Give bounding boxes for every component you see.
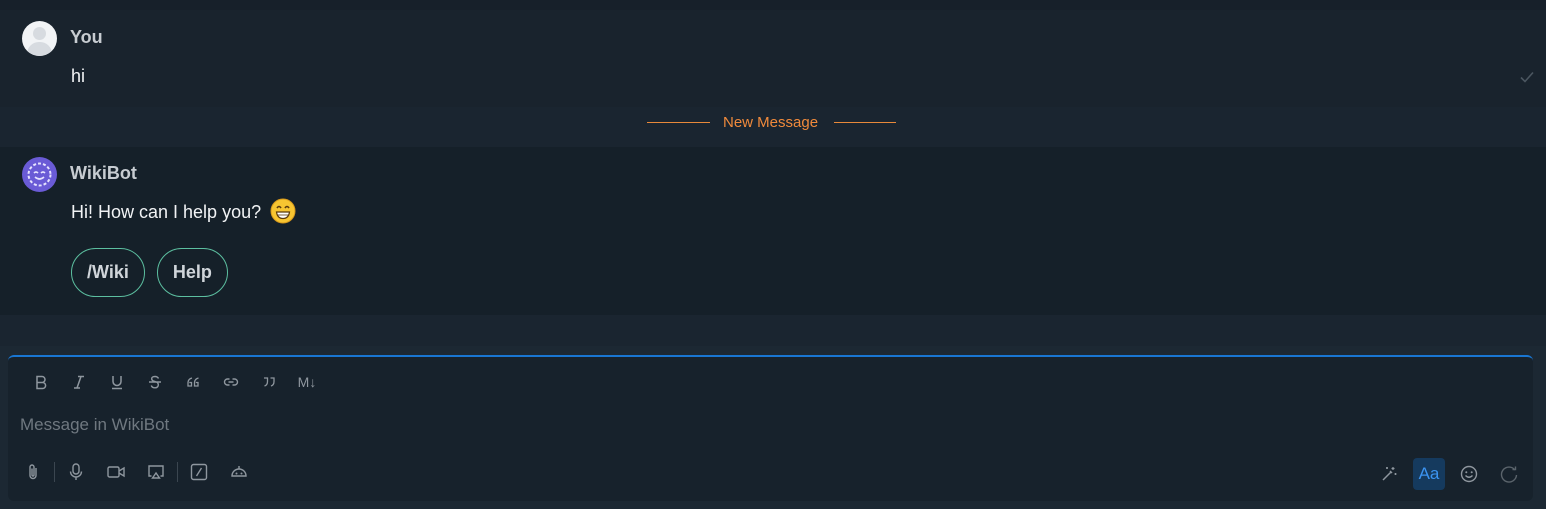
bot-face-icon [27, 162, 52, 187]
check-icon [1520, 71, 1534, 83]
grinning-face-emoji [270, 198, 296, 224]
link-icon[interactable] [212, 371, 250, 393]
message-composer: M↓ Aa [8, 355, 1533, 501]
action-wiki-button[interactable]: /Wiki [71, 248, 145, 297]
italic-icon[interactable] [60, 371, 98, 393]
apps-icon[interactable] [228, 461, 250, 483]
paperclip-icon[interactable] [22, 461, 44, 483]
format-toolbar: M↓ [22, 371, 326, 393]
bot-avatar[interactable] [22, 157, 57, 192]
composer-right-actions: Aa [1373, 458, 1525, 490]
markdown-icon[interactable]: M↓ [288, 371, 326, 393]
strikethrough-icon[interactable] [136, 371, 174, 393]
message-text-wrap: Hi! How can I help you? [71, 198, 296, 224]
magic-wand-icon[interactable] [1373, 458, 1405, 490]
message-bot: WikiBot Hi! How can I help you? /Wiki He… [0, 147, 1546, 315]
underline-icon[interactable] [98, 371, 136, 393]
new-message-divider: New Message [0, 112, 1546, 132]
top-strip [0, 0, 1546, 10]
user-avatar[interactable] [22, 21, 57, 56]
message-sender[interactable]: WikiBot [70, 163, 137, 184]
message-sender[interactable]: You [70, 27, 103, 48]
action-help-button[interactable]: Help [156, 248, 228, 297]
divider [54, 462, 55, 482]
screen-share-icon[interactable] [145, 461, 167, 483]
format-toggle-button[interactable]: Aa [1413, 458, 1445, 490]
message-user: You hi [0, 10, 1546, 107]
microphone-icon[interactable] [65, 461, 87, 483]
video-camera-icon[interactable] [105, 461, 127, 483]
bold-icon[interactable] [22, 371, 60, 393]
composer-actions [22, 461, 250, 483]
send-icon[interactable] [1493, 458, 1525, 490]
slash-command-icon[interactable] [188, 461, 210, 483]
quote-icon[interactable] [174, 371, 212, 393]
new-message-label: New Message [723, 114, 819, 131]
blockquote-icon[interactable] [250, 371, 288, 393]
divider [177, 462, 178, 482]
message-text: Hi! How can I help you? [71, 202, 262, 222]
message-input[interactable] [20, 409, 1420, 441]
message-text: hi [71, 66, 86, 86]
emoji-icon[interactable] [1453, 458, 1485, 490]
bot-actions: /Wiki Help [71, 248, 228, 297]
